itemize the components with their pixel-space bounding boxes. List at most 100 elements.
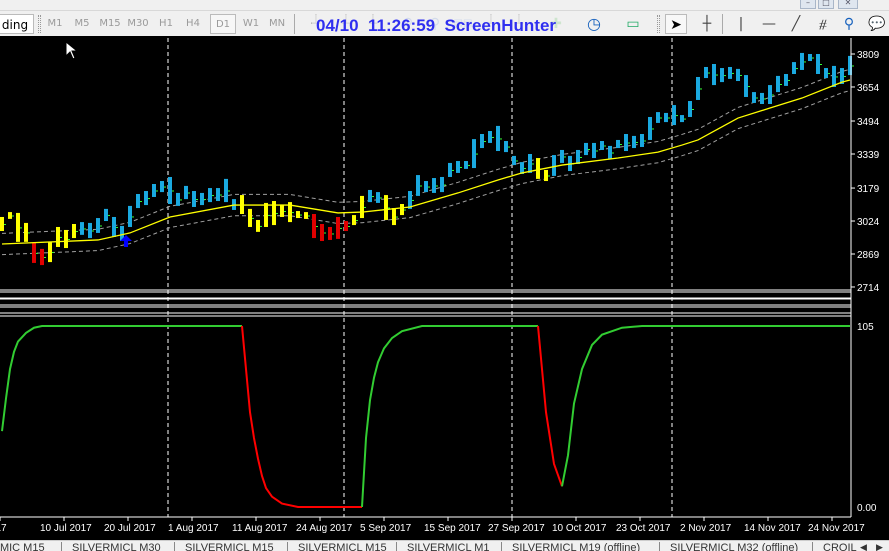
chart-tab[interactable]: RMIC M15: [0, 542, 45, 551]
price-bar: [168, 176, 172, 204]
toolbar-grip[interactable]: [657, 15, 660, 33]
tab-scroll-next-button[interactable]: ▶: [876, 542, 883, 551]
price-bar: [72, 224, 76, 239]
horizontal-line-icon[interactable]: —: [758, 14, 780, 34]
oscillator-min-label: 0.00: [857, 503, 877, 514]
vertical-line-icon[interactable]: |: [730, 14, 752, 34]
bar-close-tick: [44, 256, 46, 258]
price-bar: [640, 134, 644, 147]
timeframe-h1[interactable]: H1: [153, 14, 179, 34]
price-bar: [456, 161, 460, 173]
chart-tab[interactable]: SILVERMICL M32 (offline): [670, 542, 798, 551]
mouse-pointer-icon: [66, 42, 78, 60]
price-bar: [136, 194, 140, 209]
price-label: 3024: [857, 217, 880, 228]
cursor-icon[interactable]: ➤: [665, 14, 687, 34]
bar-close-tick: [700, 88, 702, 90]
bar-close-tick: [388, 207, 390, 209]
autotrading-button[interactable]: ding: [0, 14, 34, 34]
price-bar: [608, 145, 612, 160]
bar-close-tick: [436, 185, 438, 187]
bar-close-tick: [60, 236, 62, 238]
tab-separator: [659, 542, 660, 551]
bar-close-tick: [780, 84, 782, 85]
bar-close-tick: [172, 190, 174, 192]
bar-close-tick: [748, 86, 750, 88]
bar-close-tick: [596, 150, 598, 152]
bar-close-tick: [524, 168, 526, 170]
timeframe-h4[interactable]: H4: [180, 14, 206, 34]
timeframe-d1[interactable]: D1: [210, 14, 236, 34]
maximize-button[interactable]: □: [818, 0, 834, 9]
price-bar: [424, 181, 428, 193]
chart-tab[interactable]: SILVERMICL M19 (offline): [512, 542, 640, 551]
toolbar-separator: [722, 14, 723, 34]
price-bar: [704, 66, 708, 79]
comments-icon[interactable]: 💬: [866, 14, 888, 34]
bar-close-tick: [156, 190, 158, 192]
price-label: 2714: [857, 283, 880, 294]
price-bar: [480, 134, 484, 149]
price-bar: [624, 134, 628, 152]
toolbar-separator: [294, 14, 295, 34]
chart-tab[interactable]: SILVERMICL M30: [72, 542, 161, 551]
magnifier-icon[interactable]: ⚲: [838, 14, 860, 34]
bar-close-tick: [308, 215, 310, 217]
bar-close-tick: [532, 163, 534, 165]
time-label: 24 Aug 2017: [296, 523, 353, 534]
tab-scroll-prev-button[interactable]: ◀: [860, 542, 867, 551]
trendline-icon[interactable]: ╱: [785, 14, 807, 34]
timeframe-m30[interactable]: M30: [125, 14, 151, 34]
bar-close-tick: [732, 72, 734, 74]
bar-close-tick: [684, 118, 686, 120]
crosshair-icon[interactable]: ┼: [696, 14, 718, 34]
bar-close-tick: [724, 75, 726, 77]
bar-close-tick: [20, 227, 22, 229]
bar-close-tick: [460, 166, 462, 168]
chart-tab[interactable]: SILVERMICL M1: [407, 542, 490, 551]
chart-tab[interactable]: CROIL: [823, 542, 857, 551]
price-bar: [616, 139, 620, 149]
bar-close-tick: [588, 149, 590, 150]
price-bar: [728, 66, 732, 79]
bar-close-tick: [132, 216, 134, 218]
timeframe-w1[interactable]: W1: [238, 14, 264, 34]
bar-close-tick: [804, 61, 806, 63]
timeframe-m15[interactable]: M15: [97, 14, 123, 34]
chart-tab[interactable]: SILVERMICL M15: [185, 542, 274, 551]
timeframe-m5[interactable]: M5: [69, 14, 95, 34]
periods-clock-icon[interactable]: ◷: [583, 14, 605, 34]
bar-close-tick: [12, 215, 14, 217]
timeframe-mn[interactable]: MN: [264, 14, 290, 34]
time-label: 27 Sep 2017: [488, 523, 545, 534]
bar-close-tick: [820, 64, 822, 65]
price-bar: [464, 161, 468, 169]
bar-close-tick: [4, 224, 6, 225]
bar-close-tick: [468, 164, 470, 166]
price-label: 3339: [857, 150, 880, 161]
minimize-button[interactable]: –: [800, 0, 816, 9]
timeframe-m1[interactable]: M1: [42, 14, 68, 34]
bar-close-tick: [332, 233, 334, 235]
bar-close-tick: [364, 206, 366, 208]
templates-icon[interactable]: ▭: [622, 14, 644, 34]
equidistant-channel-icon[interactable]: ⧣: [812, 14, 834, 34]
close-button[interactable]: ✕: [838, 0, 858, 9]
bar-close-tick: [636, 141, 638, 143]
toolbar-grip[interactable]: [38, 15, 41, 33]
bar-close-tick: [500, 138, 502, 140]
price-chart[interactable]: 380936543494333931793024286927141050.00 …: [0, 38, 889, 540]
bar-close-tick: [668, 117, 670, 119]
price-bar: [160, 181, 164, 193]
bar-close-tick: [276, 213, 278, 215]
bar-close-tick: [788, 79, 790, 81]
bar-close-tick: [852, 65, 854, 67]
price-bar: [512, 155, 516, 166]
bar-close-tick: [68, 239, 70, 240]
bar-close-tick: [452, 169, 454, 171]
price-bar: [368, 189, 372, 203]
price-bar: [216, 188, 220, 202]
bar-close-tick: [116, 226, 118, 228]
collapsed-indicator-window: [0, 306, 852, 314]
chart-tab[interactable]: SILVERMICL M15: [298, 542, 387, 551]
